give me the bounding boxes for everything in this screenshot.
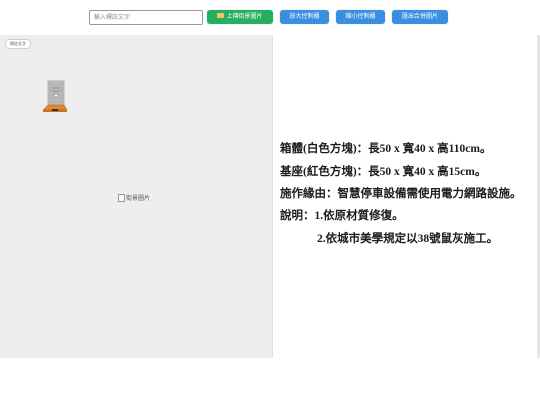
zoom-in-cabinet-button[interactable]: 放大控制櫃 (280, 10, 329, 24)
annotation-tag[interactable]: 標註文字 (5, 39, 31, 49)
description-line-note-1: 說明：1.依原材質修復。 (280, 210, 404, 222)
upload-button-label: 上傳街景圖片 (226, 14, 263, 20)
toolbar: 上傳街景圖片 放大控制櫃 縮小控制櫃 匯出合併圖片 (0, 0, 540, 34)
export-merged-image-button[interactable]: 匯出合併圖片 (392, 10, 448, 24)
zoom-in-button-label: 放大控制櫃 (289, 14, 320, 20)
streetview-image-alt: 街景圖片 (126, 196, 151, 202)
zoom-out-button-label: 縮小控制櫃 (345, 14, 376, 20)
control-cabinet[interactable] (40, 80, 70, 114)
upload-streetview-button[interactable]: 上傳街景圖片 (207, 10, 273, 24)
streetview-canvas[interactable]: 標註文字 街景圖片 (0, 35, 273, 358)
broken-image-icon (118, 193, 125, 202)
description-line-box: 箱體(白色方塊)：長50 x 寬40 x 高110cm。 (280, 143, 492, 155)
folder-icon (217, 12, 225, 18)
description-line-base: 基座(紅色方塊)：長50 x 寬40 x 高15cm。 (280, 166, 487, 178)
annotation-tag-label: 標註文字 (10, 41, 26, 46)
description-line-note-2: 2.依城市美學規定以38號鼠灰施工。 (317, 233, 499, 245)
streetview-image: 街景圖片 (118, 193, 150, 202)
description-line-reason: 施作緣由：智慧停車設備需使用電力網路設施。 (280, 188, 522, 200)
zoom-out-cabinet-button[interactable]: 縮小控制櫃 (336, 10, 385, 24)
annotation-text-input[interactable] (89, 10, 203, 25)
export-button-label: 匯出合併圖片 (401, 14, 438, 20)
